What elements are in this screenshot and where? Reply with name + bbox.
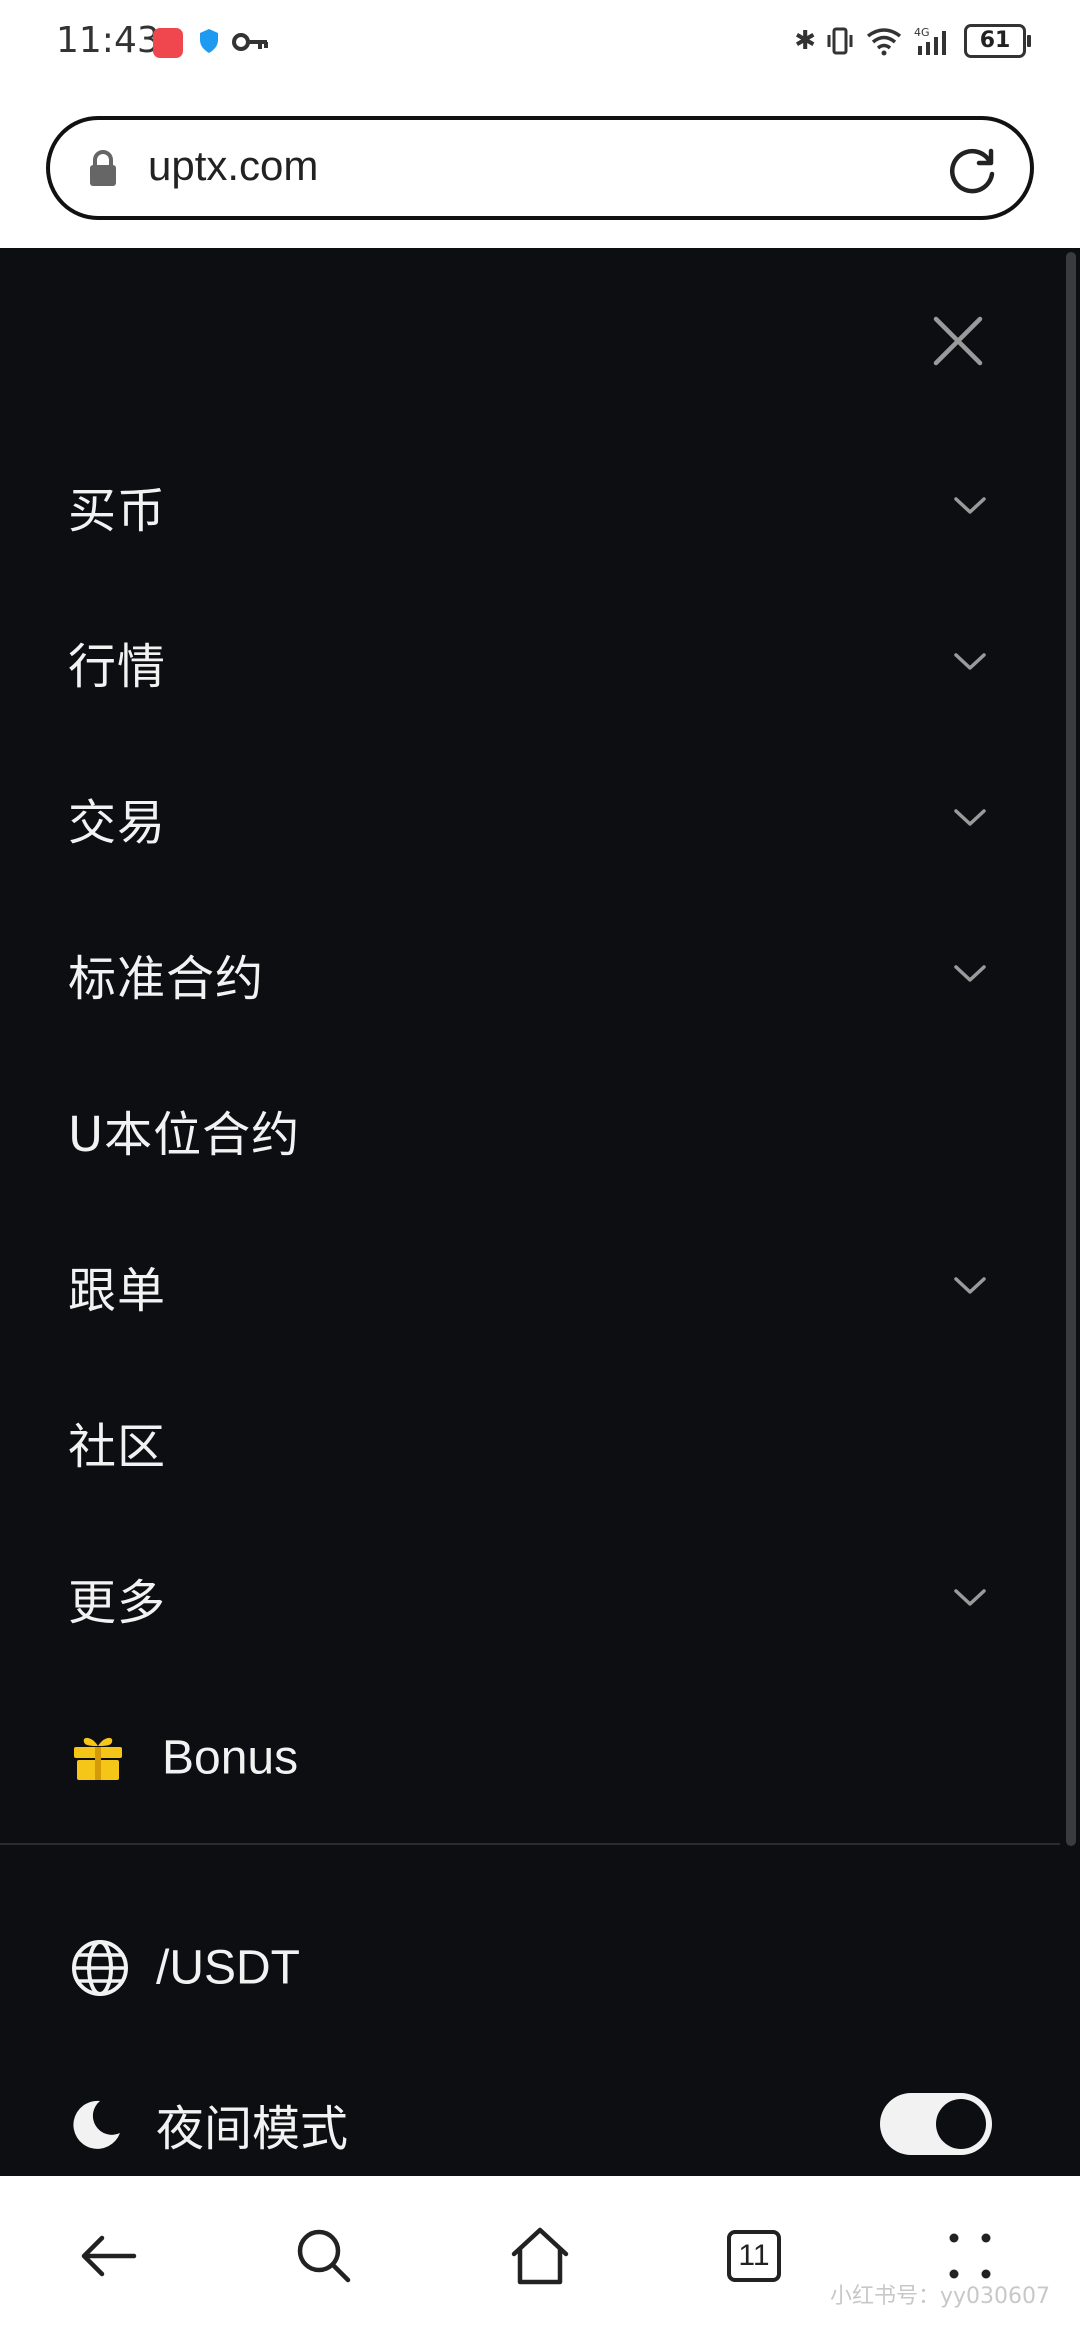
bluetooth-icon: ✱ (794, 26, 816, 56)
menu-item-label: 买币 (68, 483, 167, 539)
network-type: 4G (914, 26, 930, 39)
chevron-down-icon (954, 1277, 986, 1294)
chevron-down-icon (954, 653, 986, 670)
close-icon[interactable] (930, 313, 986, 369)
chevron-down-icon (954, 1589, 986, 1606)
search-icon (297, 2229, 351, 2283)
lock-icon (90, 150, 116, 186)
menu-item-bonus[interactable]: Bonus (0, 1680, 1060, 1836)
tabs-button[interactable]: 11 (714, 2216, 794, 2296)
night-mode-toggle[interactable] (880, 2093, 992, 2155)
shield-icon (200, 29, 218, 53)
menu-item-community[interactable]: 社区 (0, 1364, 1060, 1520)
tab-count: 11 (727, 2230, 781, 2282)
url-text[interactable]: uptx.com (148, 142, 318, 190)
app-notification-icon (153, 28, 183, 58)
battery-indicator: 61 (964, 24, 1031, 58)
menu-item-buy-crypto[interactable]: 买币 (0, 428, 1060, 584)
menu-item-standard-futures[interactable]: 标准合约 (0, 896, 1060, 1052)
dots-menu-icon (949, 2233, 991, 2279)
scrollbar[interactable] (1066, 252, 1076, 1846)
currency-label: /USDT (156, 1941, 300, 1995)
vibrate-icon (827, 27, 853, 55)
key-icon (232, 33, 268, 51)
chevron-down-icon (954, 809, 986, 826)
menu-item-label: 跟单 (68, 1263, 167, 1319)
status-icons: ✱ 4G 61 (794, 24, 1031, 58)
menu-item-usdt-futures[interactable]: U本位合约 (0, 1052, 1060, 1208)
navigation-menu: 买币 行情 交易 标准合约 U本位合约 跟单 社区 更多 Bonus /USDT… (0, 248, 1080, 2176)
menu-item-label: U本位合约 (68, 1107, 301, 1163)
back-arrow-icon (81, 2235, 137, 2277)
menu-item-markets[interactable]: 行情 (0, 584, 1060, 740)
status-time: 11:43 (56, 20, 160, 61)
night-mode-label: 夜间模式 (156, 2101, 349, 2157)
home-icon (511, 2227, 569, 2285)
menu-item-copy-trading[interactable]: 跟单 (0, 1208, 1060, 1364)
divider (0, 1843, 1060, 1845)
menu-item-label: 标准合约 (68, 951, 265, 1007)
home-button[interactable] (500, 2216, 580, 2296)
chevron-down-icon (954, 965, 986, 982)
menu-item-label: 交易 (68, 795, 167, 851)
reload-icon[interactable] (944, 142, 1000, 198)
menu-item-more[interactable]: 更多 (0, 1520, 1060, 1676)
back-button[interactable] (68, 2216, 148, 2296)
menu-item-label: 更多 (68, 1575, 167, 1631)
currency-selector[interactable]: /USDT (0, 1890, 1060, 2046)
signal-icon: 4G (914, 26, 946, 55)
search-button[interactable] (284, 2216, 364, 2296)
moon-icon (73, 2100, 120, 2149)
status-bar: 11:43 ✱ 4G 61 (0, 0, 1080, 90)
bonus-label: Bonus (162, 1731, 299, 1785)
globe-icon (72, 1940, 128, 1996)
address-bar[interactable]: uptx.com (46, 116, 1034, 220)
chevron-down-icon (954, 497, 986, 514)
wifi-icon (866, 28, 902, 56)
toggle-knob (936, 2099, 986, 2149)
menu-item-label: 社区 (68, 1419, 167, 1475)
gift-icon (74, 1737, 122, 1780)
watermark: 小红书号：yy030607 (829, 2284, 1050, 2309)
menu-item-label: 行情 (68, 639, 167, 695)
browser-toolbar: uptx.com (0, 90, 1080, 248)
menu-item-trade[interactable]: 交易 (0, 740, 1060, 896)
